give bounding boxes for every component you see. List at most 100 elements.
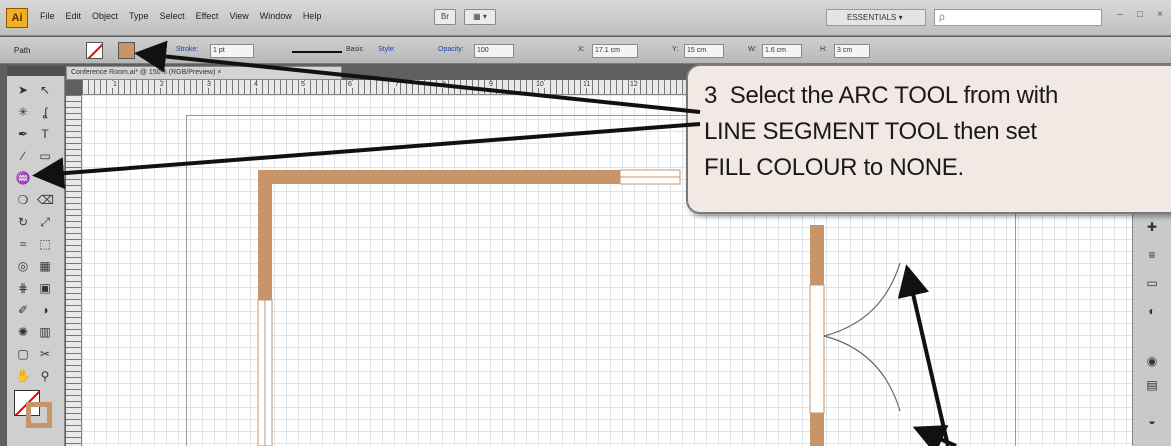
eyedropper-tool[interactable]: ✐ bbox=[15, 302, 31, 318]
blob-brush-tool[interactable]: ❍ bbox=[15, 192, 31, 208]
instruction-callout: 3 Select the ARC TOOL from with LINE SEG… bbox=[686, 64, 1171, 214]
style-label[interactable]: Style: bbox=[378, 46, 396, 53]
right-wall-lower[interactable] bbox=[810, 413, 824, 446]
y-label: Y: bbox=[672, 46, 679, 53]
left-wall[interactable] bbox=[258, 184, 272, 300]
opacity-field[interactable]: 100 bbox=[474, 44, 514, 58]
transparency-panel-icon[interactable]: ◐ bbox=[1143, 302, 1161, 320]
ruler-number: 5 bbox=[300, 81, 306, 88]
menu-select[interactable]: Select bbox=[160, 11, 185, 21]
menu-help[interactable]: Help bbox=[303, 11, 322, 21]
restore-button[interactable]: □ bbox=[1130, 8, 1150, 23]
layers-panel-icon[interactable]: ▤ bbox=[1143, 376, 1161, 394]
callout-text: 3 Select the ARC TOOL from with LINE SEG… bbox=[704, 82, 1059, 181]
line-segment-tool[interactable]: ∕ bbox=[15, 148, 31, 164]
eraser-tool[interactable]: ⌫ bbox=[37, 192, 54, 208]
rotate-tool[interactable]: ↻ bbox=[15, 214, 31, 230]
slice-tool[interactable]: ✂ bbox=[37, 346, 53, 362]
close-button[interactable]: × bbox=[1150, 8, 1170, 23]
hand-tool[interactable]: ✋ bbox=[15, 368, 31, 384]
illustrator-window: Ai File Edit Object Type Select Effect V… bbox=[0, 0, 1171, 446]
appearance-panel-icon[interactable]: ◉ bbox=[1143, 352, 1161, 370]
rectangle-tool[interactable]: ▭ bbox=[37, 148, 53, 164]
ruler-number: 12 bbox=[629, 81, 639, 88]
ruler-number: 8 bbox=[441, 81, 447, 88]
height-field[interactable]: 3 cm bbox=[834, 44, 870, 58]
menu-window[interactable]: Window bbox=[260, 11, 292, 21]
tools-panel: ➤ ↖ ✳ ʆ ✒ T ∕ ▭ ♒ ✎ ❍ ⌫ ↻ ⤢ ≈ ⬚ ◎ ▦ ⋕ ▣ ✐ ◑ ✺ ▥ ▢ ✂ ✋ ⚲ bbox=[7, 66, 65, 446]
pen-tool[interactable]: ✒ bbox=[15, 126, 31, 142]
pencil-tool[interactable]: ✎ bbox=[37, 170, 53, 186]
selection-type-label: Path bbox=[14, 46, 31, 55]
mesh-tool[interactable]: ⋕ bbox=[15, 280, 31, 296]
document-tab[interactable]: Conference Room.ai* @ 150% (RGB/Preview)… bbox=[66, 66, 342, 80]
symbol-sprayer-tool[interactable]: ✺ bbox=[15, 324, 31, 340]
menu-items: File Edit Object Type Select Effect View… bbox=[40, 11, 321, 21]
ruler-number: 3 bbox=[206, 81, 212, 88]
menu-file[interactable]: File bbox=[40, 11, 55, 21]
arrange-documents-button[interactable]: ▦ ▾ bbox=[464, 9, 496, 25]
color-panel-icon[interactable]: ✚ bbox=[1143, 218, 1161, 236]
perspective-grid-tool[interactable]: ▦ bbox=[37, 258, 53, 274]
menu-edit[interactable]: Edit bbox=[66, 11, 82, 21]
x-label: X: bbox=[578, 46, 585, 53]
minimize-button[interactable]: – bbox=[1110, 8, 1130, 23]
search-field[interactable]: ρ bbox=[934, 9, 1102, 26]
ruler-number: 9 bbox=[488, 81, 494, 88]
direct-selection-tool[interactable]: ↖ bbox=[37, 82, 53, 98]
zoom-tool[interactable]: ⚲ bbox=[37, 368, 53, 384]
stroke-panel-icon[interactable]: ≡ bbox=[1143, 246, 1161, 264]
door-opening[interactable] bbox=[809, 284, 825, 414]
door-arc-upper[interactable] bbox=[823, 262, 901, 337]
type-tool[interactable]: T bbox=[37, 126, 53, 142]
free-transform-tool[interactable]: ⬚ bbox=[37, 236, 53, 252]
app-logo: Ai bbox=[6, 8, 28, 28]
fill-swatch[interactable] bbox=[86, 42, 103, 59]
ruler-number: 7 bbox=[394, 81, 400, 88]
ruler-number: 10 bbox=[535, 81, 545, 88]
ruler-number: 6 bbox=[347, 81, 353, 88]
bridge-button[interactable]: Br bbox=[434, 9, 456, 25]
artboards-panel-icon[interactable]: ◒ bbox=[1143, 412, 1161, 430]
menu-type[interactable]: Type bbox=[129, 11, 149, 21]
menu-effect[interactable]: Effect bbox=[196, 11, 219, 21]
magic-wand-tool[interactable]: ✳ bbox=[15, 104, 31, 120]
gradient-panel-icon[interactable]: ▭ bbox=[1143, 274, 1161, 292]
stroke-label[interactable]: Stroke: bbox=[176, 46, 198, 53]
width-field[interactable]: 1.6 cm bbox=[762, 44, 802, 58]
paintbrush-tool[interactable]: ♒ bbox=[15, 170, 31, 186]
stroke-color-swatch[interactable] bbox=[26, 402, 52, 428]
width-tool[interactable]: ≈ bbox=[15, 236, 31, 252]
tools-panel-header[interactable] bbox=[7, 66, 65, 76]
artboard-tool[interactable]: ▢ bbox=[15, 346, 31, 362]
column-graph-tool[interactable]: ▥ bbox=[37, 324, 53, 340]
vertical-ruler[interactable] bbox=[66, 95, 82, 446]
right-wall-upper[interactable] bbox=[810, 225, 824, 285]
fill-stroke-widget[interactable] bbox=[14, 390, 56, 432]
h-label: H: bbox=[820, 46, 827, 53]
door-arc-lower[interactable] bbox=[823, 335, 901, 412]
control-bar: Path Stroke: 1 pt Basic Style: Opacity: … bbox=[0, 37, 1171, 64]
y-position-field[interactable]: 15 cm bbox=[684, 44, 724, 58]
opacity-label[interactable]: Opacity: bbox=[438, 46, 464, 53]
top-wall[interactable] bbox=[258, 170, 620, 184]
search-icon: ρ bbox=[939, 12, 945, 23]
ruler-number: 2 bbox=[159, 81, 165, 88]
ruler-number: 11 bbox=[582, 81, 592, 88]
scale-tool[interactable]: ⤢ bbox=[37, 214, 53, 230]
lasso-tool[interactable]: ʆ bbox=[37, 104, 53, 120]
stroke-weight-field[interactable]: 1 pt bbox=[210, 44, 254, 58]
stroke-swatch[interactable] bbox=[118, 42, 135, 59]
profile-label[interactable]: Basic bbox=[346, 46, 363, 53]
x-position-field[interactable]: 17.1 cm bbox=[592, 44, 638, 58]
gradient-tool[interactable]: ▣ bbox=[37, 280, 53, 296]
ruler-number: 4 bbox=[253, 81, 259, 88]
blend-tool[interactable]: ◑ bbox=[37, 302, 53, 318]
workspace-switcher[interactable]: ESSENTIALS ▾ bbox=[826, 9, 926, 26]
selection-tool[interactable]: ➤ bbox=[15, 82, 31, 98]
menu-view[interactable]: View bbox=[229, 11, 248, 21]
shape-builder-tool[interactable]: ◎ bbox=[15, 258, 31, 274]
menu-object[interactable]: Object bbox=[92, 11, 118, 21]
stroke-profile-preview[interactable] bbox=[292, 51, 342, 53]
ruler-number: 1 bbox=[112, 81, 118, 88]
